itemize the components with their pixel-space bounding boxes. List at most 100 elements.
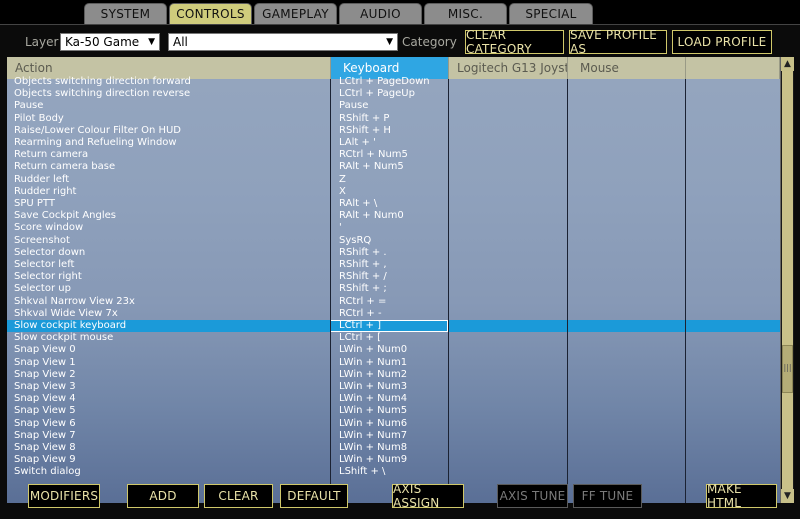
keyboard-cell[interactable]: RCtrl + Num5 [339, 149, 408, 161]
scroll-thumb[interactable]: ||| [782, 344, 793, 393]
table-row[interactable]: Snap View 5 LWin + Num5 [7, 405, 780, 417]
action-cell: Switch dialog [14, 466, 81, 478]
table-row[interactable]: Snap View 4 LWin + Num4 [7, 393, 780, 405]
layer-label: Layer [25, 35, 59, 49]
axis-assign-button[interactable]: AXIS ASSIGN [392, 482, 464, 510]
modifiers-button[interactable]: MODIFIERS [28, 484, 100, 508]
table-row[interactable]: Snap View 7 LWin + Num7 [7, 430, 780, 442]
keyboard-cell[interactable]: LWin + Num1 [339, 357, 407, 369]
table-row[interactable]: Shkval Narrow View 23x RCtrl + = [7, 296, 780, 308]
table-row[interactable]: Pilot Body RShift + P [7, 113, 780, 125]
table-row[interactable]: Rearming and Refueling Window LAlt + ' [7, 137, 780, 149]
table-row[interactable]: Selector up RShift + ; [7, 283, 780, 295]
table-row[interactable]: Selector left RShift + , [7, 259, 780, 271]
keyboard-cell[interactable]: ' [339, 222, 342, 234]
category-select[interactable]: All ▼ [168, 33, 398, 51]
scroll-up-button[interactable]: ▲ [781, 57, 794, 71]
table-row[interactable]: Rudder right X [7, 186, 780, 198]
column-divider [567, 79, 568, 503]
keyboard-cell[interactable]: X [339, 186, 346, 198]
keyboard-cell[interactable]: RShift + ; [339, 283, 387, 295]
table-scrollbar[interactable]: ▲ ||| ▼ [780, 57, 794, 503]
table-row[interactable]: Rudder left Z [7, 174, 780, 186]
table-row[interactable]: Snap View 1 LWin + Num1 [7, 357, 780, 369]
keyboard-cell[interactable]: RAlt + \ [339, 198, 377, 210]
tab-gameplay[interactable]: GAMEPLAY [254, 3, 337, 24]
table-row[interactable]: Pause Pause [7, 100, 780, 112]
keyboard-cell[interactable]: LShift + \ [339, 466, 385, 478]
make-html-button[interactable]: MAKE HTML [706, 482, 777, 510]
load-profile-button[interactable]: LOAD PROFILE [672, 30, 772, 54]
action-cell: Return camera base [14, 161, 116, 173]
keyboard-cell[interactable]: RAlt + Num5 [339, 161, 404, 173]
keyboard-cell[interactable]: SysRQ [339, 235, 371, 247]
save-profile-as-button[interactable]: SAVE PROFILE AS [569, 28, 667, 56]
table-row[interactable]: Snap View 3 LWin + Num3 [7, 381, 780, 393]
table-row[interactable]: Selector right RShift + / [7, 271, 780, 283]
axis-tune-button[interactable]: AXIS TUNE [497, 484, 568, 508]
table-row[interactable]: Snap View 9 LWin + Num9 [7, 454, 780, 466]
keyboard-cell[interactable]: LWin + Num5 [339, 405, 407, 417]
table-row[interactable]: Switch dialog LShift + \ [7, 466, 780, 478]
table-row[interactable]: Screenshot SysRQ [7, 235, 780, 247]
keyboard-cell[interactable]: RCtrl + = [339, 296, 386, 308]
action-cell: Screenshot [14, 234, 70, 246]
keyboard-cell[interactable]: RShift + / [339, 271, 387, 283]
keyboard-cell[interactable]: RShift + P [339, 113, 389, 125]
table-row[interactable]: Selector down RShift + . [7, 247, 780, 259]
tab-audio[interactable]: AUDIO [339, 3, 422, 24]
keyboard-cell[interactable]: LWin + Num6 [339, 418, 407, 430]
ff-tune-button[interactable]: FF TUNE [573, 484, 642, 508]
action-cell: Selector up [14, 283, 71, 295]
keyboard-cell[interactable]: LWin + Num0 [339, 344, 407, 356]
keyboard-cell[interactable]: LWin + Num4 [339, 393, 407, 405]
scroll-down-button[interactable]: ▼ [781, 489, 794, 503]
keyboard-cell[interactable]: LWin + Num8 [339, 442, 407, 454]
keyboard-cell[interactable]: LWin + Num2 [339, 369, 407, 381]
tab-misc[interactable]: MISC. [424, 3, 507, 24]
action-cell: Selector down [14, 246, 86, 258]
keyboard-cell[interactable]: LCtrl + PageUp [339, 88, 415, 100]
selected-cell-outline [330, 320, 448, 332]
layer-select[interactable]: Ka-50 Game ▼ [60, 33, 160, 51]
table-row[interactable]: Objects switching direction reverse LCtrl… [7, 88, 780, 100]
table-row[interactable]: Return camera RCtrl + Num5 [7, 149, 780, 161]
table-row[interactable]: Raise/Lower Colour Filter On HUD RShift +… [7, 125, 780, 137]
keyboard-cell[interactable]: LCtrl + PageDown [339, 76, 430, 88]
tab-special[interactable]: SPECIAL [509, 3, 593, 24]
default-button[interactable]: DEFAULT [280, 484, 348, 508]
keyboard-cell[interactable]: LWin + Num9 [339, 454, 407, 466]
action-cell: Shkval Narrow View 23x [14, 295, 135, 307]
table-row[interactable]: Snap View 0 LWin + Num0 [7, 344, 780, 356]
table-row[interactable]: Shkval Wide View 7x RCtrl + - [7, 308, 780, 320]
keyboard-cell[interactable]: LWin + Num3 [339, 381, 407, 393]
keyboard-cell[interactable]: LAlt + ' [339, 137, 376, 149]
table-row[interactable]: Score window ' [7, 222, 780, 234]
keyboard-cell[interactable]: RShift + , [339, 259, 387, 271]
table-row[interactable]: Snap View 6 LWin + Num6 [7, 418, 780, 430]
tab-system[interactable]: SYSTEM [84, 3, 167, 24]
clear-category-button[interactable]: CLEAR CATEGORY [465, 28, 564, 56]
table-row[interactable]: Snap View 8 LWin + Num8 [7, 442, 780, 454]
add-button[interactable]: ADD [127, 484, 199, 508]
table-row[interactable]: Save Cockpit Angles RAlt + Num0 [7, 210, 780, 222]
scroll-track[interactable] [782, 71, 793, 489]
keyboard-cell[interactable]: RShift + . [339, 247, 387, 259]
table-row[interactable]: Snap View 2 LWin + Num2 [7, 369, 780, 381]
tab-controls[interactable]: CONTROLS [169, 3, 252, 24]
keyboard-cell[interactable]: RAlt + Num0 [339, 210, 404, 222]
keyboard-cell[interactable]: Z [339, 174, 346, 186]
keyboard-cell[interactable]: LCtrl + [ [339, 332, 381, 344]
keyboard-cell[interactable]: RCtrl + - [339, 308, 382, 320]
table-row[interactable]: SPU PTT RAlt + \ [7, 198, 780, 210]
table-row[interactable]: Slow cockpit mouse LCtrl + [ [7, 332, 780, 344]
table-row[interactable]: Objects switching direction forward LCtrl… [7, 76, 780, 88]
layer-value: Ka-50 Game [65, 35, 140, 49]
category-value: All [173, 35, 188, 49]
clear-button[interactable]: CLEAR [204, 484, 273, 508]
keyboard-cell[interactable]: RShift + H [339, 125, 391, 137]
keyboard-cell[interactable]: Pause [339, 100, 368, 112]
keyboard-cell[interactable]: LWin + Num7 [339, 430, 407, 442]
table-row[interactable]: Slow cockpit keyboard LCtrl + ] [7, 320, 780, 332]
table-row[interactable]: Return camera base RAlt + Num5 [7, 161, 780, 173]
